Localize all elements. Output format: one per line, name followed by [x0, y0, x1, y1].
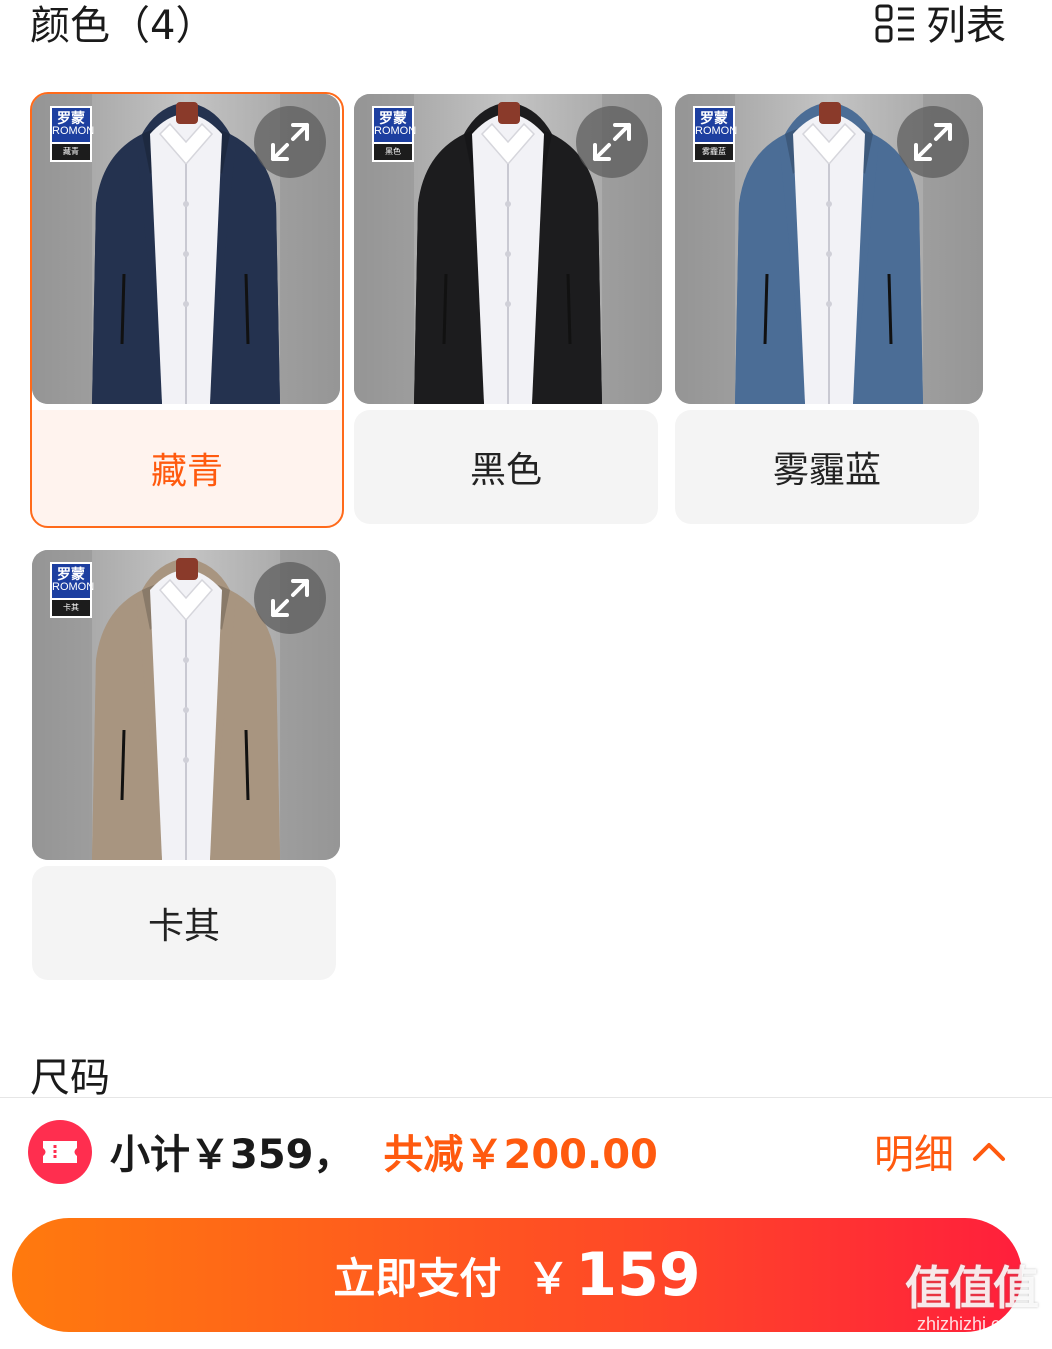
expand-icon [593, 123, 631, 161]
expand-image-button[interactable] [254, 562, 326, 634]
brand-color-tag: 藏青 [52, 144, 90, 160]
color-option-label: 卡其 [147, 906, 220, 947]
expand-image-button[interactable] [897, 106, 969, 178]
color-option-label: 藏青 [150, 451, 223, 492]
brand-logo: 罗蒙 ROMON 黑色 [372, 106, 417, 162]
color-option-label-box[interactable]: 卡其 [32, 866, 336, 980]
watermark-url: zhizhizhi.com [916, 1314, 1026, 1334]
color-section-header: 颜色（4） 列表 [30, 0, 1010, 56]
brand-name: 罗蒙 [57, 110, 85, 126]
brand-name: 罗蒙 [57, 566, 85, 582]
pay-currency: ￥ [527, 1253, 570, 1303]
watermark: 值值值 zhizhizhi.com [898, 1262, 1044, 1344]
brand-color-tag: 雾霾蓝 [695, 144, 733, 160]
pay-now-button[interactable]: 立即支付 ￥ 159 [12, 1218, 1022, 1332]
pay-amount: 159 [575, 1240, 701, 1310]
brand-color-tag: 卡其 [52, 600, 90, 616]
color-option-label-box[interactable]: 黑色 [354, 410, 658, 524]
brand-name: 罗蒙 [379, 110, 407, 126]
expand-image-button[interactable] [254, 106, 326, 178]
price-detail-label: 明细 [874, 1132, 954, 1178]
color-section-title: 颜色（4） [30, 3, 216, 49]
color-option-image[interactable]: 罗蒙 ROMON 藏青 [32, 94, 340, 404]
checkout-bar: 小计￥359， 共减￥200.00 明细 立即支付 ￥ 159 [0, 1097, 1052, 1349]
color-option-label-box[interactable]: 雾霾蓝 [675, 410, 979, 524]
price-summary: 小计￥359， 共减￥200.00 [110, 1120, 658, 1182]
color-option-card-1[interactable]: 罗蒙 ROMON 藏青 藏青 [30, 92, 344, 530]
color-option-card-3[interactable]: 罗蒙 ROMON 雾霾蓝 雾霾蓝 [673, 92, 985, 530]
color-option-image[interactable]: 罗蒙 ROMON 黑色 [354, 94, 662, 404]
expand-icon [271, 579, 309, 617]
color-option-card-2[interactable]: 罗蒙 ROMON 黑色 黑色 [352, 92, 664, 530]
list-view-toggle[interactable]: 列表 [874, 2, 1006, 50]
color-option-image[interactable]: 罗蒙 ROMON 卡其 [32, 550, 340, 860]
brand-en: ROMON [52, 581, 95, 593]
brand-logo: 罗蒙 ROMON 藏青 [50, 106, 95, 162]
chevron-up-icon [973, 1143, 1005, 1161]
list-view-icon [874, 3, 916, 49]
brand-logo: 罗蒙 ROMON 雾霾蓝 [693, 106, 738, 162]
watermark-logo: 值值值 [905, 1262, 1039, 1314]
expand-icon [271, 123, 309, 161]
brand-en: ROMON [374, 125, 417, 137]
color-option-label: 黑色 [469, 450, 542, 491]
brand-name: 罗蒙 [700, 110, 728, 126]
coupon-icon[interactable] [28, 1120, 92, 1184]
pay-now-label: 立即支付 [333, 1253, 502, 1303]
brand-logo: 罗蒙 ROMON 卡其 [50, 562, 95, 618]
subtotal-text: 小计￥359， [110, 1132, 354, 1178]
list-view-label: 列表 [926, 3, 1006, 49]
expand-icon [914, 123, 952, 161]
color-option-label: 雾霾蓝 [772, 450, 881, 491]
discount-text: 共减￥200.00 [383, 1132, 658, 1178]
color-option-card-4[interactable]: 罗蒙 ROMON 卡其 卡其 [30, 548, 342, 986]
color-option-label-box[interactable]: 藏青 [32, 410, 342, 526]
brand-color-tag: 黑色 [374, 144, 412, 160]
color-option-image[interactable]: 罗蒙 ROMON 雾霾蓝 [675, 94, 983, 404]
brand-en: ROMON [695, 125, 738, 137]
price-detail-button[interactable]: 明细 [874, 1120, 1006, 1182]
expand-image-button[interactable] [576, 106, 648, 178]
brand-en: ROMON [52, 125, 95, 137]
